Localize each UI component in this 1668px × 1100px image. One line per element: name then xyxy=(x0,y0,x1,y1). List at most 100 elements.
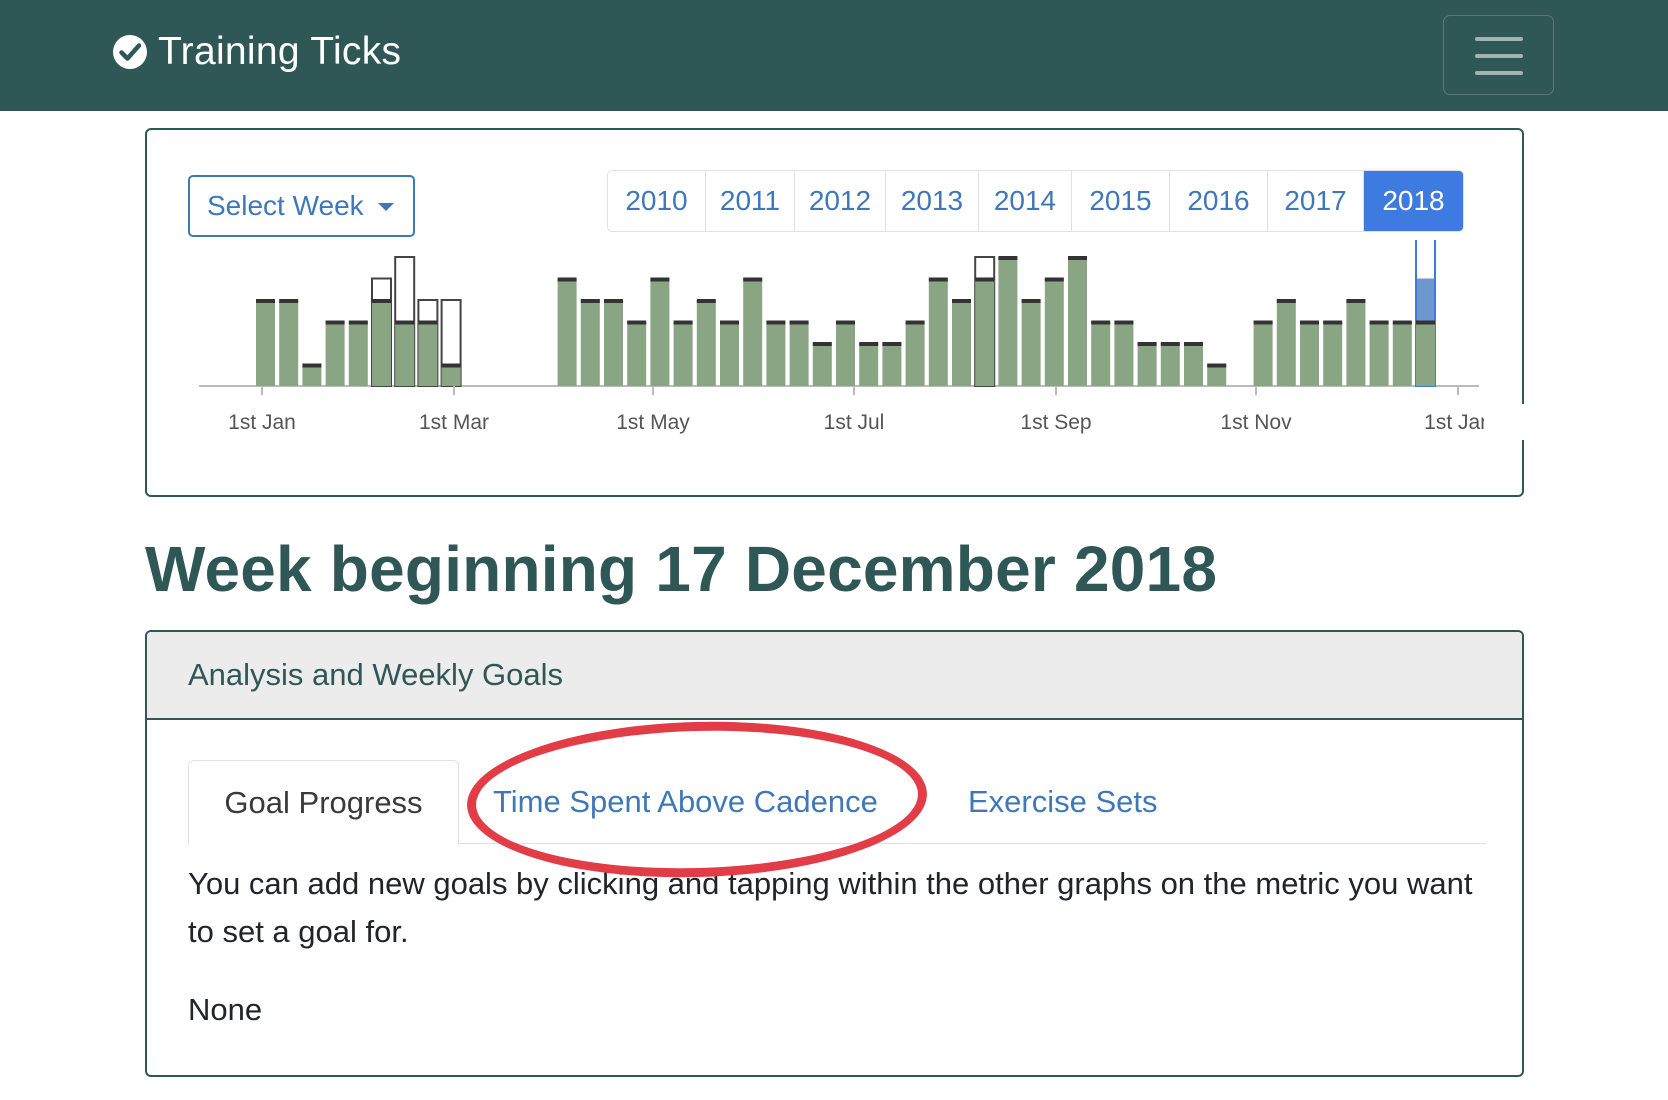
goals-value: None xyxy=(188,992,263,1027)
year-button-2014[interactable]: 2014 xyxy=(979,171,1072,231)
week-bar xyxy=(1044,278,1064,386)
week-bar xyxy=(696,300,716,386)
year-button-2012[interactable]: 2012 xyxy=(795,171,886,231)
week-bar-cap xyxy=(418,320,438,325)
week-bar xyxy=(1369,321,1389,386)
hamburger-icon-line xyxy=(1475,54,1523,58)
week-bar-cap xyxy=(1137,342,1157,346)
week-bar xyxy=(1021,300,1041,386)
week-bar xyxy=(557,278,577,386)
week-bar xyxy=(1416,321,1435,386)
week-bar-cap xyxy=(905,320,925,325)
week-bar-cap xyxy=(1021,299,1041,303)
week-bar xyxy=(1160,343,1180,386)
week-bar-cap xyxy=(1300,320,1319,325)
year-button-2017[interactable]: 2017 xyxy=(1268,171,1364,231)
week-bar-cap xyxy=(372,299,391,303)
year-button-2013[interactable]: 2013 xyxy=(886,171,979,231)
week-bar-cap xyxy=(1276,299,1296,303)
week-bar xyxy=(1392,321,1412,386)
analysis-card: Analysis and Weekly Goals Goal Progress … xyxy=(145,630,1524,1077)
week-bar xyxy=(372,300,391,386)
year-button-2018[interactable]: 2018 xyxy=(1364,171,1463,231)
week-bar-cap xyxy=(1323,320,1343,325)
select-week-dropdown[interactable]: Select Week xyxy=(188,175,415,237)
tab-exercise-sets[interactable]: Exercise Sets xyxy=(968,760,1158,844)
week-bar xyxy=(720,321,739,386)
x-tick-label: 1st May xyxy=(616,411,690,434)
week-bar xyxy=(952,300,971,386)
week-bar-cap xyxy=(789,320,809,325)
year-button-2016[interactable]: 2016 xyxy=(1170,171,1268,231)
week-bar-cap xyxy=(1392,320,1412,325)
week-bar xyxy=(1137,343,1157,386)
analysis-header: Analysis and Weekly Goals xyxy=(147,632,1522,720)
label-clip-mask xyxy=(1484,404,1526,440)
brand-link[interactable]: Training Ticks xyxy=(112,30,401,74)
week-bar-cap xyxy=(1184,342,1203,346)
week-bar-cap xyxy=(256,299,275,303)
week-bar xyxy=(1068,257,1087,386)
week-bar xyxy=(279,300,299,386)
week-bar-cap xyxy=(1253,320,1273,325)
week-bar-cap xyxy=(1346,299,1366,303)
goals-hint-text: You can add new goals by clicking and ta… xyxy=(188,866,1473,949)
week-bar-cap xyxy=(348,320,368,325)
week-bar-cap xyxy=(975,277,995,282)
week-chart-card: Select Week 2010 2011 2012 2013 2014 2015 2016… xyxy=(145,128,1526,497)
tab-goal-progress[interactable]: Goal Progress xyxy=(188,760,459,846)
menu-toggle-button[interactable] xyxy=(1443,15,1554,95)
year-button-2015[interactable]: 2015 xyxy=(1072,171,1170,231)
week-bar-cap xyxy=(1114,320,1134,325)
week-bar xyxy=(673,321,693,386)
week-bar xyxy=(766,321,786,386)
week-bar xyxy=(882,343,902,386)
week-bar xyxy=(1300,321,1319,386)
year-button-2010[interactable]: 2010 xyxy=(608,171,706,231)
week-bar-cap xyxy=(627,320,647,325)
week-bar xyxy=(580,300,600,386)
week-bar-cap xyxy=(557,277,577,282)
week-bar-cap xyxy=(580,299,600,303)
check-circle-icon xyxy=(113,35,147,69)
week-bar xyxy=(1207,364,1227,386)
week-bar-cap xyxy=(696,299,716,303)
week-bar xyxy=(1276,300,1296,386)
week-bar-cap xyxy=(1044,277,1064,282)
year-button-2011[interactable]: 2011 xyxy=(706,171,795,231)
week-bar xyxy=(627,321,647,386)
week-bar-cap xyxy=(1369,320,1389,325)
weekly-training-chart[interactable]: 1st Jan 1st Mar 1st May 1st Jul 1st Sep 1st N… xyxy=(147,240,1526,450)
week-bar-cap xyxy=(1416,320,1435,325)
week-bar-cap xyxy=(604,299,623,303)
week-bar xyxy=(859,343,879,386)
week-bar xyxy=(256,300,275,386)
week-bar-cap xyxy=(952,299,971,303)
select-week-label: Select Week xyxy=(207,190,364,221)
week-bar-cap xyxy=(441,363,461,368)
week-bar-cap xyxy=(673,320,693,325)
x-tick-label: 1st Jan xyxy=(1424,411,1492,434)
week-bar xyxy=(836,321,855,386)
week-bar-cap xyxy=(650,277,670,282)
hamburger-icon-line xyxy=(1475,71,1523,75)
top-navbar: Training Ticks xyxy=(0,0,1668,111)
week-bar-cap xyxy=(882,342,902,346)
x-tick-label: 1st Jan xyxy=(228,411,296,434)
week-bar xyxy=(604,300,623,386)
week-bar xyxy=(1184,343,1203,386)
week-bar xyxy=(905,321,925,386)
week-bar-cap xyxy=(1091,320,1111,325)
week-bar-cap xyxy=(279,299,299,303)
week-bar-cap xyxy=(302,363,322,368)
tab-time-spent-above-cadence[interactable]: Time Spent Above Cadence xyxy=(493,760,878,844)
week-bar-cap xyxy=(720,320,739,325)
week-bar-cap xyxy=(1207,363,1227,368)
week-bar xyxy=(395,321,415,386)
week-bar-cap xyxy=(395,320,415,325)
week-bar xyxy=(348,321,368,386)
week-bar xyxy=(743,278,763,386)
app-title: Training Ticks xyxy=(158,30,402,73)
week-bar xyxy=(975,278,995,386)
week-bar xyxy=(998,257,1018,386)
